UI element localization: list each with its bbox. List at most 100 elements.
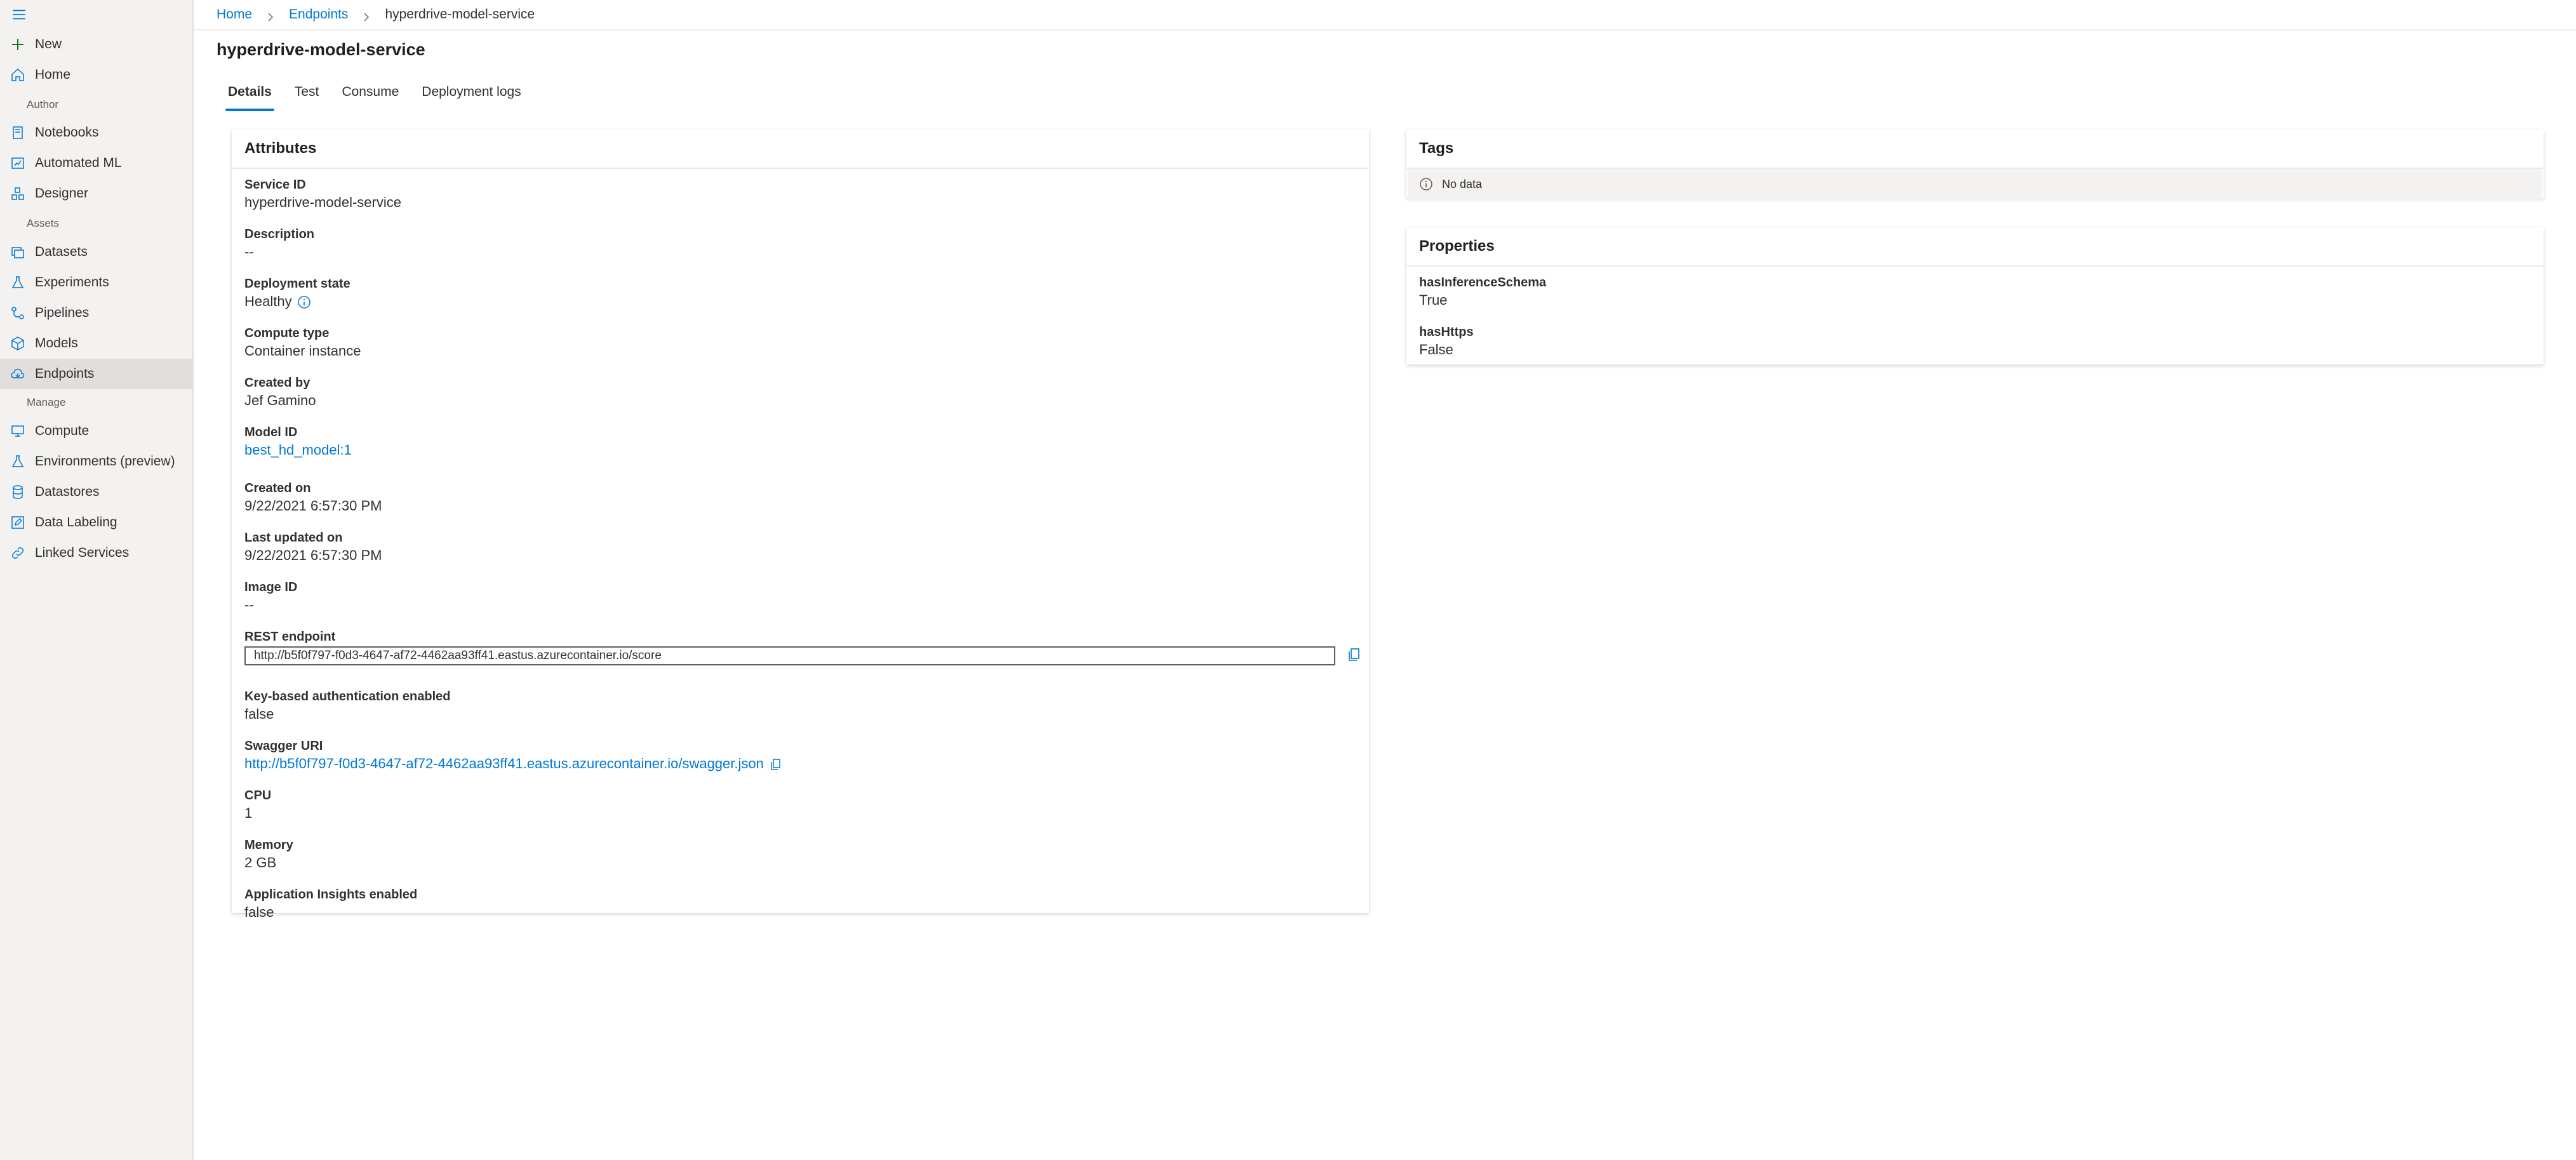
field-service-id: Service ID hyperdrive-model-service — [244, 177, 1356, 212]
field-key-auth: Key-based authentication enabled false — [244, 688, 1356, 724]
database-icon — [10, 484, 25, 500]
field-label: Model ID — [244, 425, 298, 439]
automl-icon — [10, 156, 25, 171]
nav-linked-services[interactable]: Linked Services — [0, 538, 192, 568]
header-divider — [194, 29, 2576, 30]
nav-label: New — [35, 37, 62, 51]
copy-icon[interactable] — [1346, 646, 1363, 663]
info-icon[interactable] — [297, 295, 311, 309]
nav-models[interactable]: Models — [0, 328, 192, 359]
breadcrumb: Home Endpoints hyperdrive-model-service — [217, 6, 535, 23]
rest-endpoint-field[interactable]: http://b5f0f797-f0d3-4647-af72-4462aa93f… — [244, 646, 1335, 665]
designer-icon — [10, 186, 25, 201]
nav-notebooks[interactable]: Notebooks — [0, 117, 192, 148]
card-divider — [1406, 265, 2544, 267]
hamburger-icon[interactable] — [10, 6, 28, 23]
field-label: Created on — [244, 481, 311, 495]
field-value: hyperdrive-model-service — [244, 194, 401, 210]
dataset-icon — [10, 244, 25, 260]
nav-label: Notebooks — [35, 125, 99, 140]
nav-label: Environments (preview) — [35, 454, 175, 469]
field-description: Description -- — [244, 226, 1356, 262]
tab-test[interactable]: Test — [292, 79, 322, 112]
field-label: Description — [244, 227, 315, 241]
field-app-insights: Application Insights enabled false — [244, 886, 1356, 922]
field-label: hasInferenceSchema — [1419, 276, 1547, 290]
attributes-card: Attributes Service ID hyperdrive-model-s… — [232, 130, 1369, 920]
tags-card: Tags No data — [1406, 130, 2544, 199]
nav-compute[interactable]: Compute — [0, 416, 192, 446]
flask-icon — [10, 275, 25, 290]
nav-experiments[interactable]: Experiments — [0, 267, 192, 298]
breadcrumb-home[interactable]: Home — [217, 7, 252, 22]
nav-datasets[interactable]: Datasets — [0, 237, 192, 267]
field-label: Swagger URI — [244, 739, 323, 753]
nav-label: Datasets — [35, 244, 88, 259]
no-data-row: No data — [1408, 169, 2542, 199]
field-label: Last updated on — [244, 531, 343, 545]
chevron-right-icon — [362, 10, 371, 22]
field-value-row: Healthy — [244, 292, 1356, 311]
property-has-https: hasHttps False — [1419, 324, 2531, 359]
monitor-icon — [10, 423, 25, 439]
field-label: CPU — [244, 789, 272, 803]
field-value: false — [244, 706, 274, 722]
field-memory: Memory 2 GB — [244, 837, 1356, 872]
field-value: False — [1419, 342, 1453, 357]
field-value: True — [1419, 292, 1448, 308]
card-divider — [232, 168, 1369, 169]
tab-bar: Details Test Consume Deployment logs — [217, 79, 533, 112]
tab-consume[interactable]: Consume — [339, 79, 401, 112]
field-value: 9/22/2021 6:57:30 PM — [244, 547, 382, 563]
field-value: -- — [244, 244, 254, 260]
nav-automated-ml[interactable]: Automated ML — [0, 148, 192, 178]
nav-datastores[interactable]: Datastores — [0, 477, 192, 507]
nav-label: Endpoints — [35, 366, 95, 381]
field-swagger-uri: Swagger URI http://b5f0f797-f0d3-4647-af… — [244, 738, 1356, 773]
nav-new[interactable]: New — [0, 29, 192, 60]
group-manage: Manage — [27, 396, 66, 408]
deployment-state-value: Healthy — [244, 293, 292, 309]
group-author: Author — [27, 98, 59, 110]
field-compute-type: Compute type Container instance — [244, 325, 1356, 361]
nav-pipelines[interactable]: Pipelines — [0, 298, 192, 328]
field-cpu: CPU 1 — [244, 787, 1356, 823]
field-deployment-state: Deployment state Healthy — [244, 276, 1356, 311]
field-value: Container instance — [244, 343, 361, 359]
breadcrumb-endpoints[interactable]: Endpoints — [289, 7, 348, 22]
nav-label: Pipelines — [35, 305, 90, 320]
nav-environments[interactable]: Environments (preview) — [0, 446, 192, 477]
field-value: Jef Gamino — [244, 392, 316, 408]
nav-label: Automated ML — [35, 156, 122, 170]
nav-label: Designer — [35, 186, 89, 201]
nav-label: Home — [35, 67, 71, 82]
tab-details[interactable]: Details — [225, 79, 274, 112]
home-icon — [10, 67, 25, 83]
chevron-right-icon — [266, 10, 275, 22]
field-image-id: Image ID -- — [244, 579, 1356, 615]
field-label: Image ID — [244, 580, 298, 594]
field-label: hasHttps — [1419, 325, 1474, 339]
field-value: 2 GB — [244, 855, 277, 870]
swagger-uri-link[interactable]: http://b5f0f797-f0d3-4647-af72-4462aa93f… — [244, 756, 764, 771]
tags-title: Tags — [1419, 140, 1454, 157]
field-last-updated-on: Last updated on 9/22/2021 6:57:30 PM — [244, 530, 1356, 565]
field-value: 1 — [244, 805, 253, 821]
nav-endpoints[interactable]: Endpoints — [0, 359, 192, 389]
nav-label: Compute — [35, 423, 90, 438]
copy-icon[interactable] — [769, 757, 783, 771]
model-id-link[interactable]: best_hd_model:1 — [244, 441, 1356, 460]
nav-home[interactable]: Home — [0, 60, 192, 90]
tab-deployment-logs[interactable]: Deployment logs — [419, 79, 523, 112]
field-value: -- — [244, 597, 254, 613]
link-icon — [10, 545, 25, 561]
field-label: REST endpoint — [244, 630, 336, 644]
notebook-icon — [10, 125, 25, 140]
field-label: Memory — [244, 838, 293, 852]
nav-designer[interactable]: Designer — [0, 178, 192, 209]
nav-data-labeling[interactable]: Data Labeling — [0, 507, 192, 538]
field-label: Created by — [244, 376, 310, 390]
field-label: Deployment state — [244, 277, 350, 291]
attributes-title: Attributes — [244, 140, 317, 157]
flask-icon — [10, 454, 25, 469]
